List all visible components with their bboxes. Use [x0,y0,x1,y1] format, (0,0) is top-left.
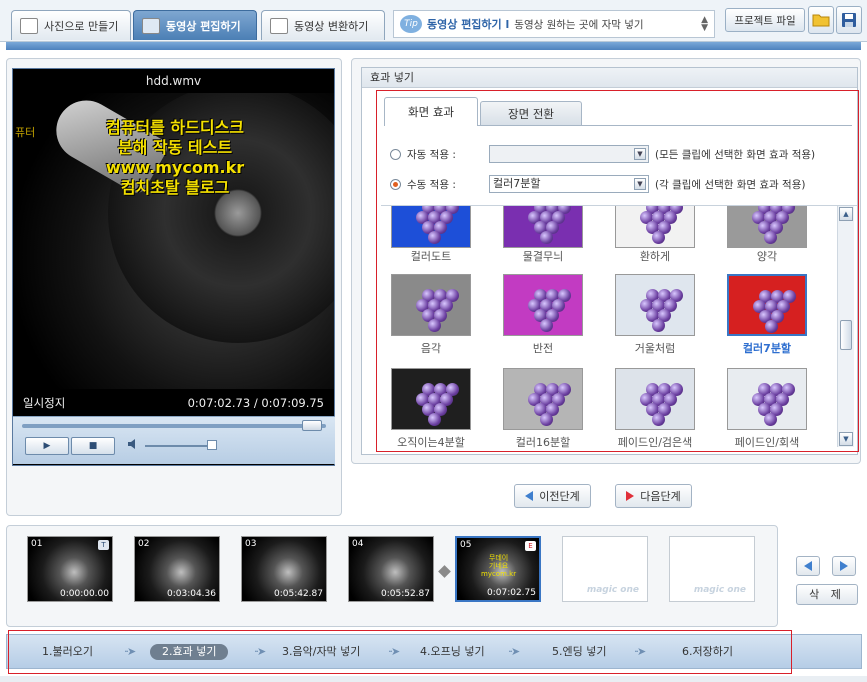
clip-number: 03 [245,539,257,549]
seek-bar[interactable] [22,424,326,428]
tip-icon: Tip [400,15,422,33]
empty-clip-slot[interactable]: magic one [562,536,648,602]
step-highlight-box [8,630,792,674]
timeline-clip[interactable]: 03 0:05:42.87 [241,536,327,602]
tip-title: 동영상 편집하기 l [427,18,510,31]
move-left-button[interactable] [796,556,820,576]
volume-thumb[interactable] [207,440,217,450]
folder-open-button[interactable] [808,6,834,34]
empty-clip-slot[interactable]: magic one [669,536,755,602]
clapper-icon [142,17,160,34]
video-filename: hdd.wmv [145,74,202,88]
clip-number: 05 [460,540,472,550]
clip-time: 0:05:42.87 [273,589,323,599]
next-step-label: 다음단계 [640,490,681,503]
tip-text: 동영상 원하는 곳에 자막 넣기 [514,18,644,31]
volume-slider[interactable] [145,445,215,447]
save-icon [842,13,856,27]
arrow-left-icon [804,561,812,571]
delete-button[interactable]: 삭 제 [796,584,858,605]
tab-photo-make[interactable]: 사진으로 만들기 [11,10,131,40]
tip-dropdown[interactable]: Tip 동영상 편집하기 l 동영상 원하는 곳에 자막 넣기 ▲ ▼ [393,10,715,38]
accent-bar [6,42,861,50]
tab-screen-effect[interactable]: 화면 효과 [384,97,478,126]
watermark-label: magic one [586,585,639,595]
clip-caption: 무데이 기네요 mycom.kr [481,554,517,578]
overlay-line: 컴퓨터를 하드디스크 [105,118,245,137]
play-state: 일시정지 [23,396,66,410]
convert-icon [270,17,288,34]
timeline-clip[interactable]: 01 0:00:00.00 T [27,536,113,602]
tab-label: 사진으로 만들기 [44,19,119,33]
clip-number: 01 [31,539,43,549]
arrow-right-icon [626,491,635,501]
timeline-clip[interactable]: 04 0:05:52.87 [348,536,434,602]
clip-time: 0:07:02.75 [486,588,536,598]
prev-step-button[interactable]: 이전단계 [514,484,591,508]
overlay-line: 분해 작동 테스트 [117,138,233,157]
prev-step-label: 이전단계 [539,490,580,503]
overlay-line: 컴치초탈 블로그 [120,178,230,197]
photo-icon [20,17,38,34]
speaker-icon [127,439,139,452]
play-button[interactable]: ▶ [25,437,69,455]
corner-text: 퓨터 [15,126,36,139]
save-button[interactable] [836,6,862,34]
move-right-button[interactable] [832,556,856,576]
stop-button[interactable]: ■ [71,437,115,455]
updown-arrow-icon: ▲ ▼ [701,15,708,33]
ending-tag-icon: E [525,541,536,551]
tab-label: 동영상 편집하기 [166,19,241,33]
seek-thumb[interactable] [302,420,322,431]
effect-panel-title: 효과 넣기 [362,68,857,88]
arrow-right-icon [840,561,848,571]
title-tag-icon: T [98,540,109,550]
clip-time: 0:05:52.87 [380,589,430,599]
tab-video-edit[interactable]: 동영상 편집하기 [133,10,257,40]
overlay-line: www.mycom.kr [105,158,245,177]
stop-icon: ■ [88,441,98,451]
bottom-strip [0,676,867,682]
highlight-box [376,90,859,452]
tab-video-convert[interactable]: 동영상 변환하기 [261,10,385,40]
clip-time: 0:03:04.36 [166,589,216,599]
timeline-clip[interactable]: 02 0:03:04.36 [134,536,220,602]
play-icon: ▶ [43,441,51,451]
playback-status: 일시정지 0:07:02.73 / 0:07:09.75 [13,393,334,413]
subtitle-overlay: 컴퓨터를 하드디스크 분해 작동 테스트 www.mycom.kr 컴치초탈 블… [60,118,290,198]
play-time: 0:07:02.73 / 0:07:09.75 [187,396,324,410]
clip-number: 02 [138,539,150,549]
clip-time: 0:00:00.00 [59,589,109,599]
clip-number: 04 [352,539,364,549]
arrow-left-icon [525,491,534,501]
timeline-clip[interactable]: 05 0:07:02.75 E 무데이 기네요 mycom.kr [455,536,541,602]
tab-label: 동영상 변환하기 [294,19,369,33]
project-file-button[interactable]: 프로젝트 파일 [725,8,805,32]
watermark-label: magic one [693,585,746,595]
next-step-button[interactable]: 다음단계 [615,484,692,508]
folder-open-icon [812,14,830,27]
